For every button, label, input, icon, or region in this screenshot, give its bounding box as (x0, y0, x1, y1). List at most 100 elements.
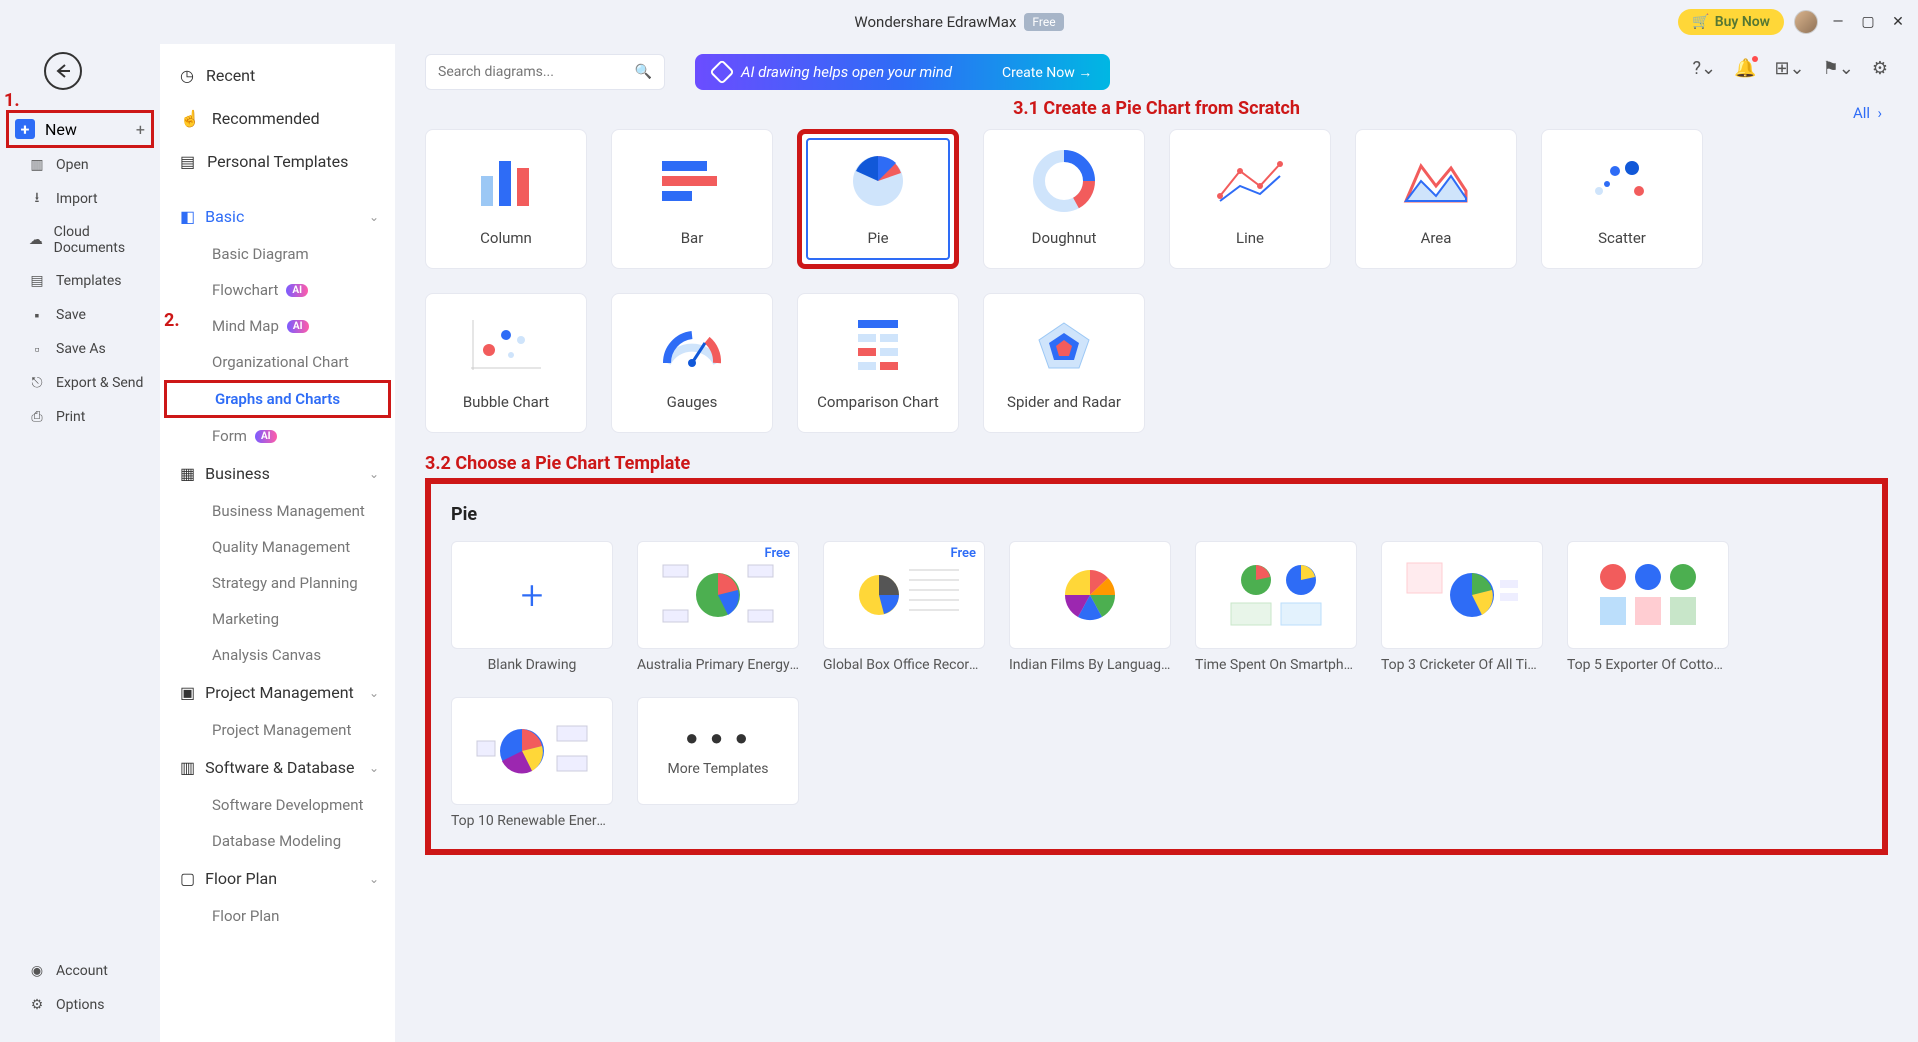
avatar[interactable] (1794, 10, 1818, 34)
chart-type-pie[interactable]: Pie (797, 129, 959, 269)
area-icon (1396, 151, 1476, 211)
clock-icon: ◷ (180, 66, 194, 85)
all-link[interactable]: All › (1853, 104, 1882, 122)
chevron-down-icon: ⌄ (369, 210, 379, 224)
chevron-down-icon: ⌄ (369, 467, 379, 481)
annotation-1: 1. (4, 90, 20, 111)
sub-database-modeling[interactable]: Database Modeling (160, 823, 395, 859)
sub-flowchart[interactable]: FlowchartAI (160, 272, 395, 308)
category-basic[interactable]: ◧Basic⌄ (160, 197, 395, 236)
cart-icon: 🛒 (1692, 14, 1709, 30)
sub-form[interactable]: FormAI (160, 418, 395, 454)
template-blank[interactable]: + Blank Drawing (451, 541, 613, 673)
personal-templates-tab[interactable]: ▤Personal Templates (160, 140, 395, 183)
search-input[interactable] (438, 64, 635, 80)
sub-analysis-canvas[interactable]: Analysis Canvas (160, 637, 395, 673)
annotation-2: 2. (164, 310, 180, 331)
ai-icon (709, 59, 734, 84)
sub-quality-management[interactable]: Quality Management (160, 529, 395, 565)
annotation-32: 3.2 Choose a Pie Chart Template (425, 453, 1888, 474)
ai-badge: AI (255, 430, 277, 443)
template-more[interactable]: ● ● ● More Templates (637, 697, 799, 829)
sub-mindmap[interactable]: Mind MapAI (160, 308, 395, 344)
bar-icon (652, 151, 732, 211)
chart-type-scatter[interactable]: Scatter (1541, 129, 1703, 269)
template-smartphone-time[interactable]: Time Spent On Smartphon... (1195, 541, 1357, 673)
print-icon: ⎙ (28, 408, 46, 426)
business-icon: ▦ (180, 464, 195, 483)
chart-type-spider[interactable]: Spider and Radar (983, 293, 1145, 433)
sub-project-management[interactable]: Project Management (160, 712, 395, 748)
chart-type-column[interactable]: Column (425, 129, 587, 269)
close-button[interactable]: ✕ (1888, 12, 1908, 32)
category-software-database[interactable]: ▥Software & Database⌄ (160, 748, 395, 787)
chart-type-bubble[interactable]: Bubble Chart (425, 293, 587, 433)
plus-icon: + (15, 119, 35, 139)
notifications-icon[interactable]: 🔔 (1734, 58, 1756, 79)
maximize-button[interactable]: ▢ (1858, 12, 1878, 32)
doughnut-icon (1024, 151, 1104, 211)
sub-business-management[interactable]: Business Management (160, 493, 395, 529)
import-button[interactable]: ⭳Import (0, 182, 160, 216)
help-icon[interactable]: ?⌄ (1692, 58, 1716, 79)
save-button[interactable]: ▪Save (0, 298, 160, 332)
template-australia-energy[interactable]: Free Australia Primary Energy C... (637, 541, 799, 673)
templates-button[interactable]: ▤Templates (0, 264, 160, 298)
chart-type-doughnut[interactable]: Doughnut (983, 129, 1145, 269)
new-label: New (45, 120, 77, 139)
settings-icon[interactable]: ⚙ (1872, 58, 1888, 79)
search-input-wrapper[interactable]: 🔍 (425, 54, 665, 90)
chart-type-gauges[interactable]: Gauges (611, 293, 773, 433)
app-title: Wondershare EdrawMax (854, 13, 1016, 31)
account-button[interactable]: ◉Account (0, 954, 160, 988)
sub-org-chart[interactable]: Organizational Chart (160, 344, 395, 380)
minimize-button[interactable]: — (1828, 12, 1848, 32)
scatter-icon (1582, 151, 1662, 211)
category-floor-plan[interactable]: ▢Floor Plan⌄ (160, 859, 395, 898)
chart-type-bar[interactable]: Bar (611, 129, 773, 269)
recommended-tab[interactable]: ☝Recommended (160, 97, 395, 140)
filter-icon[interactable]: ⚑⌄ (1823, 58, 1854, 79)
options-button[interactable]: ⚙Options (0, 988, 160, 1022)
search-icon[interactable]: 🔍 (635, 64, 652, 80)
sub-floor-plan[interactable]: Floor Plan (160, 898, 395, 934)
grid-icon[interactable]: ⊞⌄ (1774, 58, 1804, 79)
ai-badge: AI (286, 284, 308, 297)
category-project-management[interactable]: ▣Project Management⌄ (160, 673, 395, 712)
gear-icon: ⚙ (28, 996, 46, 1014)
buy-now-button[interactable]: 🛒 Buy Now (1678, 9, 1784, 35)
chart-type-comparison[interactable]: Comparison Chart (797, 293, 959, 433)
annotation-31: 3.1 Create a Pie Chart from Scratch (425, 98, 1888, 119)
open-button[interactable]: ▥Open (0, 148, 160, 182)
sub-basic-diagram[interactable]: Basic Diagram (160, 236, 395, 272)
sub-strategy-planning[interactable]: Strategy and Planning (160, 565, 395, 601)
print-button[interactable]: ⎙Print (0, 400, 160, 434)
template-box-office[interactable]: Free Global Box Office Record ... (823, 541, 985, 673)
export-button[interactable]: ⎋Export & Send (0, 366, 160, 400)
chevron-down-icon: ⌄ (369, 872, 379, 886)
chart-type-area[interactable]: Area (1355, 129, 1517, 269)
template-renewable-energy[interactable]: Top 10 Renewable Energy S... (451, 697, 613, 829)
sub-graphs-charts[interactable]: Graphs and Charts (164, 380, 391, 418)
back-button[interactable] (44, 52, 82, 90)
basic-icon: ◧ (180, 207, 195, 226)
saveas-icon: ▫ (28, 340, 46, 358)
templates-icon: ▤ (28, 272, 46, 290)
template-cotton-exporter[interactable]: Top 5 Exporter Of Cotton B... (1567, 541, 1729, 673)
new-button[interactable]: + New + (6, 110, 154, 148)
sub-marketing[interactable]: Marketing (160, 601, 395, 637)
doc-icon: ▤ (180, 152, 195, 171)
template-cricketer[interactable]: Top 3 Cricketer Of All Time (1381, 541, 1543, 673)
recent-tab[interactable]: ◷Recent (160, 54, 395, 97)
ai-banner[interactable]: AI drawing helps open your mind Create N… (695, 54, 1110, 90)
saveas-button[interactable]: ▫Save As (0, 332, 160, 366)
bubble-icon (466, 315, 546, 375)
plus-right-icon: + (136, 120, 145, 139)
sub-software-development[interactable]: Software Development (160, 787, 395, 823)
template-indian-films[interactable]: Indian Films By Language ... (1009, 541, 1171, 673)
comparison-icon (838, 315, 918, 375)
ai-create-now[interactable]: Create Now → (1002, 64, 1092, 81)
cloud-documents-button[interactable]: ☁Cloud Documents (0, 216, 160, 264)
category-business[interactable]: ▦Business⌄ (160, 454, 395, 493)
chart-type-line[interactable]: Line (1169, 129, 1331, 269)
